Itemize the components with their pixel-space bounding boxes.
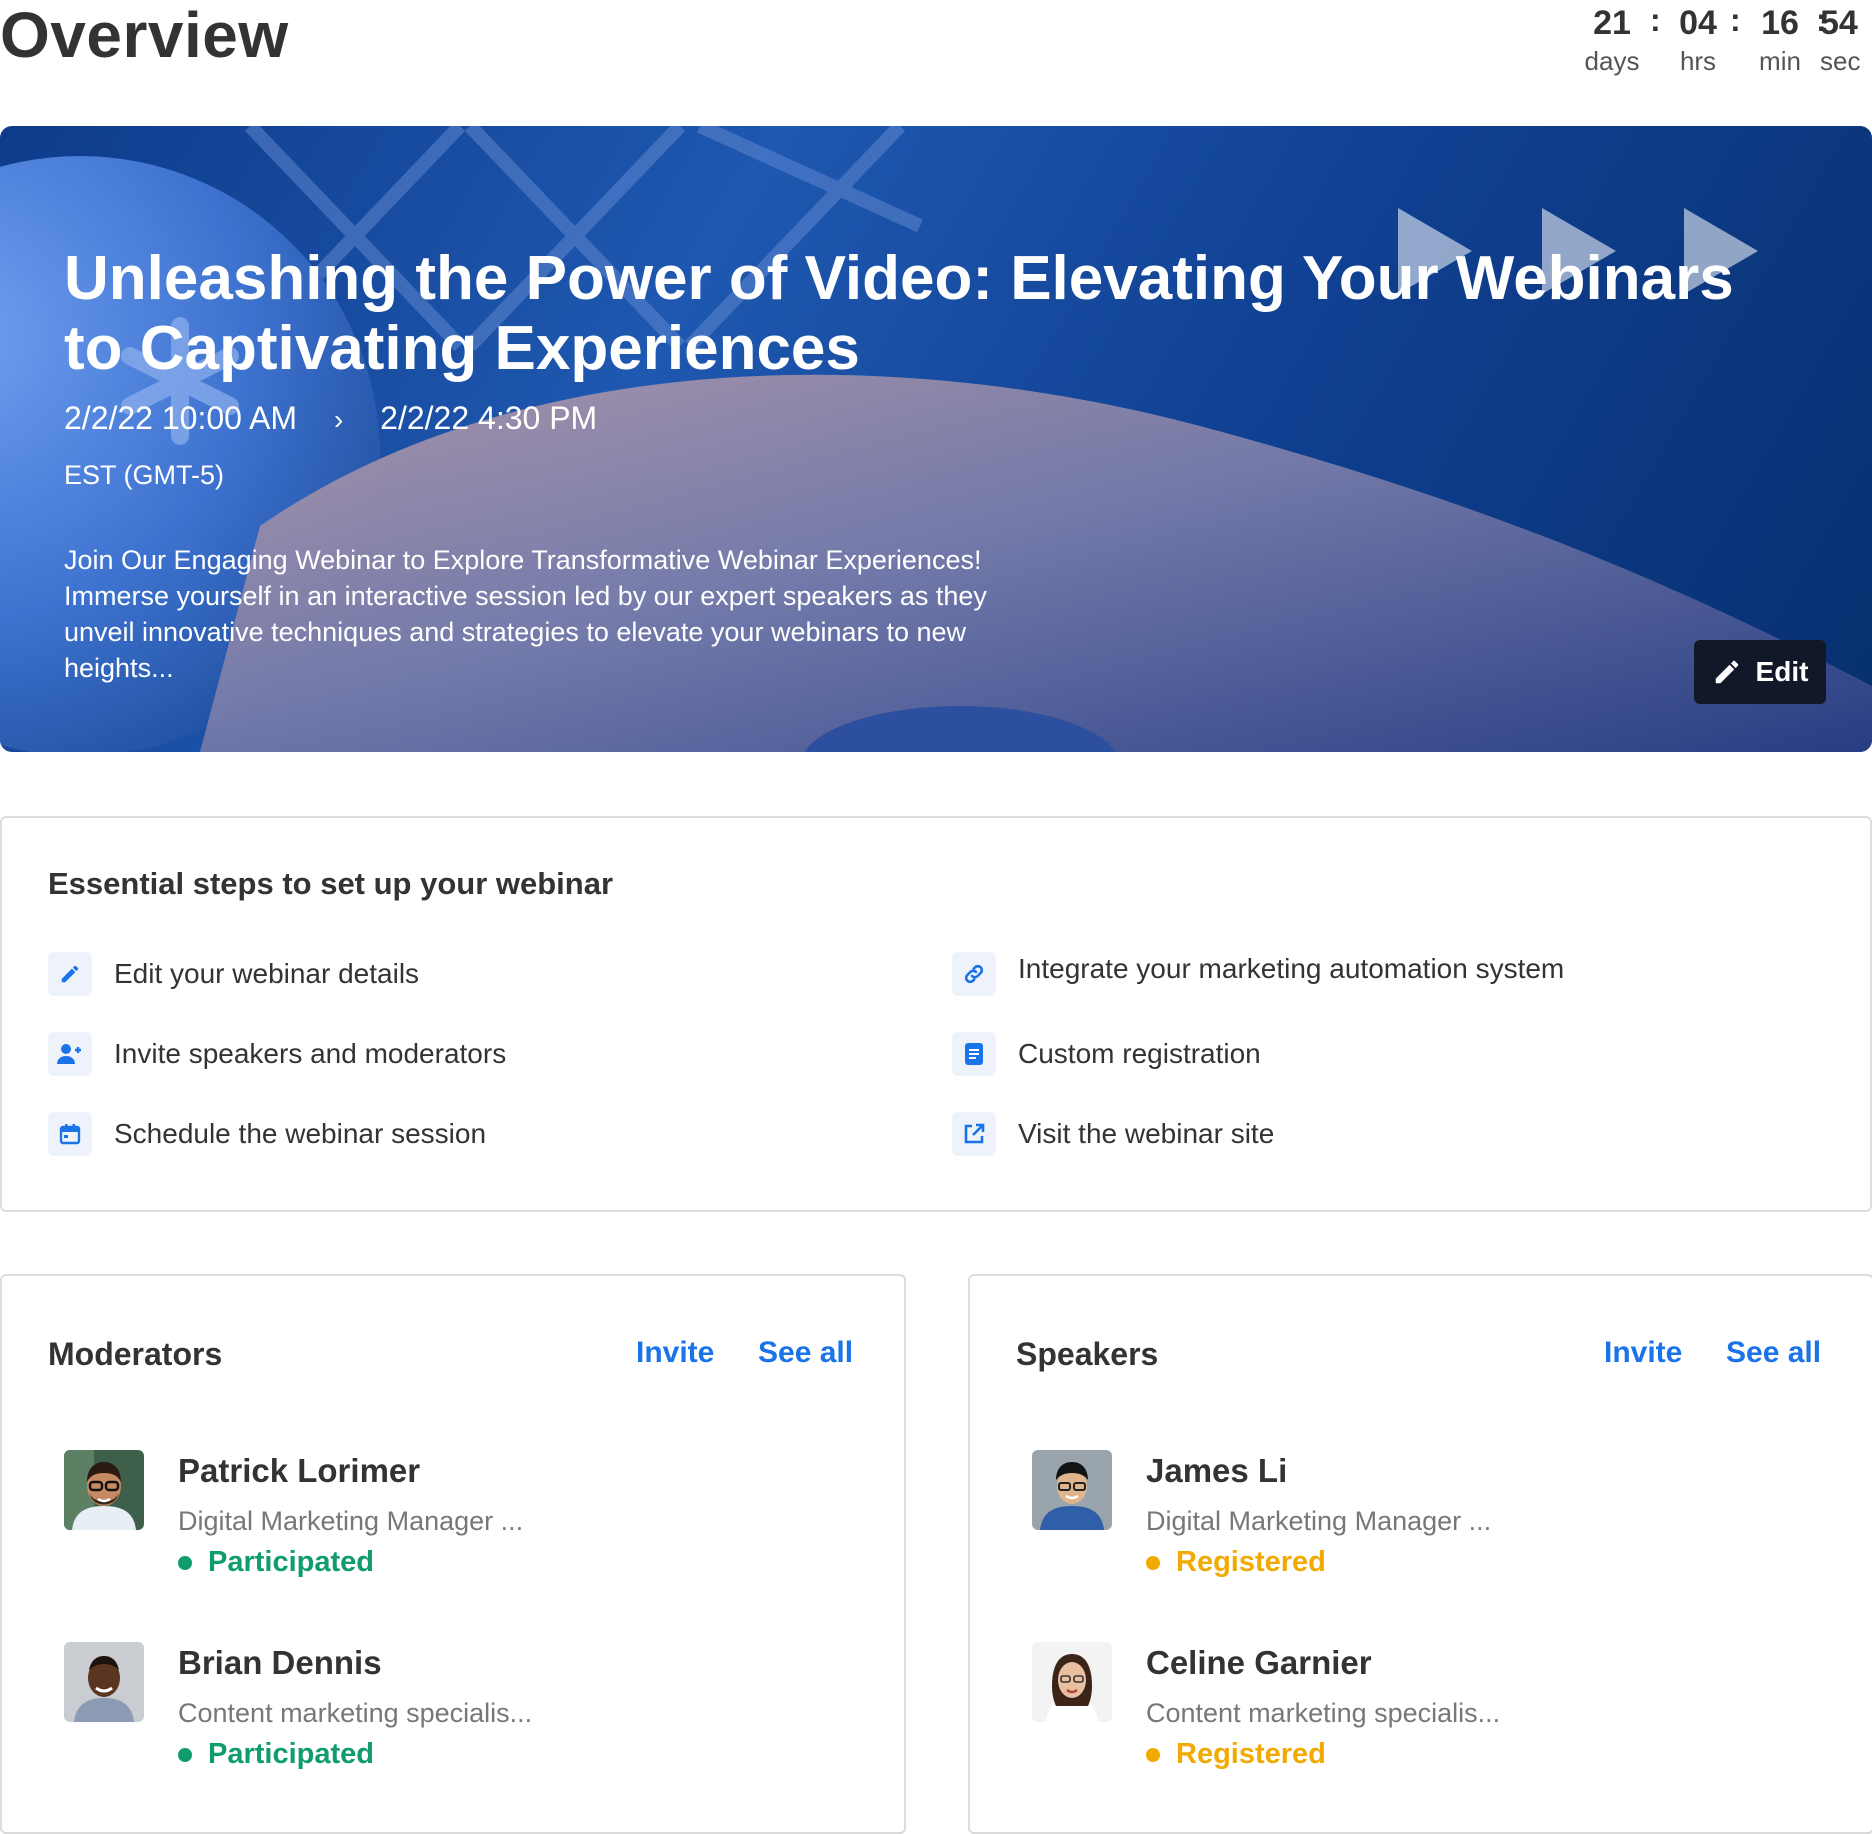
calendar-icon [48, 1112, 92, 1156]
step-visit-site[interactable]: Visit the webinar site [952, 1112, 1274, 1156]
moderator-list-item[interactable]: Patrick Lorimer Digital Marketing Manage… [64, 1450, 864, 1590]
speaker-list-item[interactable]: James Li Digital Marketing Manager ... R… [1032, 1450, 1832, 1590]
countdown-hours-label: hrs [1679, 46, 1717, 76]
start-datetime: 2/2/22 10:00 AM [64, 400, 298, 436]
status-label: Registered [1176, 1738, 1326, 1770]
status-dot-icon [1146, 1747, 1160, 1762]
speaker-list-item[interactable]: Celine Garnier Content marketing special… [1032, 1642, 1832, 1782]
see-all-speakers-link[interactable]: See all [1726, 1336, 1821, 1370]
external-link-icon [952, 1112, 996, 1156]
chevron-right-icon: › [333, 404, 344, 435]
moderators-title: Moderators [48, 1336, 223, 1372]
pencil-icon [1715, 660, 1738, 684]
status-dot-icon [178, 1747, 192, 1762]
hero-banner: Unleashing the Power of Video: Elevating… [0, 126, 1872, 752]
countdown-seconds-value: 54 [1820, 4, 1858, 42]
status-badge: Registered [1146, 1546, 1326, 1579]
moderator-list-item[interactable]: Brian Dennis Content marketing specialis… [64, 1642, 864, 1782]
avatar [1032, 1450, 1112, 1530]
document-icon [952, 1032, 996, 1076]
countdown-seconds-label: sec [1820, 46, 1861, 76]
countdown-days: 21 days [1572, 0, 1652, 76]
step-label: Edit your webinar details [114, 958, 420, 989]
step-label: Custom registration [1018, 1038, 1261, 1069]
step-label: Schedule the webinar session [114, 1118, 487, 1149]
speakers-card: Speakers Invite See all James Li Digital… [968, 1274, 1872, 1834]
step-schedule-session[interactable]: Schedule the webinar session [48, 1112, 486, 1156]
countdown-days-label: days [1584, 46, 1640, 76]
person-name: Celine Garnier [1146, 1644, 1372, 1681]
status-label: Participated [208, 1738, 374, 1770]
person-role: Content marketing specialis... [1146, 1698, 1501, 1728]
add-user-icon [48, 1032, 92, 1076]
status-label: Participated [208, 1546, 374, 1578]
countdown-minutes-value: 16 [1761, 4, 1799, 42]
countdown-timer: 21 days : 04 hrs : 16 min : 54 sec [1572, 0, 1872, 80]
person-name: Brian Dennis [178, 1644, 382, 1681]
edit-button[interactable]: Edit [1694, 640, 1826, 704]
countdown-hours-value: 04 [1679, 4, 1717, 42]
webinar-description: Join Our Engaging Webinar to Explore Tra… [64, 545, 987, 683]
status-label: Registered [1176, 1546, 1326, 1578]
webinar-title: Unleashing the Power of Video: Elevating… [64, 244, 1734, 383]
step-integrate-marketing[interactable]: Integrate your marketing automation syst… [952, 952, 1564, 996]
step-custom-registration[interactable]: Custom registration [952, 1032, 1261, 1076]
edit-button-label: Edit [1755, 656, 1809, 687]
person-role: Digital Marketing Manager ... [178, 1506, 524, 1536]
status-badge: Participated [178, 1546, 374, 1579]
link-icon [952, 952, 996, 996]
avatar [1032, 1642, 1112, 1722]
moderators-card: Moderators Invite See all Patrick Lorime… [0, 1274, 906, 1834]
step-label: Integrate your marketing automation syst… [1018, 953, 1565, 984]
setup-steps-card: Essential steps to set up your webinar E… [0, 816, 1872, 1212]
person-role: Digital Marketing Manager ... [1146, 1506, 1492, 1536]
status-dot-icon [1146, 1555, 1160, 1570]
speakers-title: Speakers [1016, 1336, 1159, 1372]
avatar [64, 1450, 144, 1530]
countdown-minutes-label: min [1759, 46, 1801, 76]
page-title: Overview [0, 0, 289, 71]
step-edit-details[interactable]: Edit your webinar details [48, 952, 419, 996]
person-name: James Li [1146, 1452, 1288, 1489]
setup-steps-title: Essential steps to set up your webinar [48, 866, 614, 901]
invite-moderators-link[interactable]: Invite [636, 1336, 714, 1370]
step-label: Visit the webinar site [1018, 1118, 1275, 1149]
timezone: EST (GMT-5) [64, 460, 225, 490]
step-invite-speakers[interactable]: Invite speakers and moderators [48, 1032, 506, 1076]
step-label: Invite speakers and moderators [114, 1038, 507, 1069]
status-badge: Participated [178, 1738, 374, 1771]
avatar [64, 1642, 144, 1722]
countdown-seconds: 54 sec [1820, 0, 1872, 76]
see-all-moderators-link[interactable]: See all [758, 1336, 853, 1370]
pencil-icon [48, 952, 92, 996]
countdown-days-value: 21 [1593, 4, 1631, 42]
countdown-hours: 04 hrs [1658, 0, 1738, 76]
person-role: Content marketing specialis... [178, 1698, 533, 1728]
person-name: Patrick Lorimer [178, 1452, 421, 1489]
status-badge: Registered [1146, 1738, 1326, 1771]
webinar-date-range: 2/2/22 10:00 AM › 2/2/22 4:30 PM [64, 400, 597, 437]
invite-speakers-link[interactable]: Invite [1604, 1336, 1682, 1370]
end-datetime: 2/2/22 4:30 PM [380, 400, 598, 436]
countdown-minutes: 16 min [1740, 0, 1820, 76]
status-dot-icon [178, 1555, 192, 1570]
